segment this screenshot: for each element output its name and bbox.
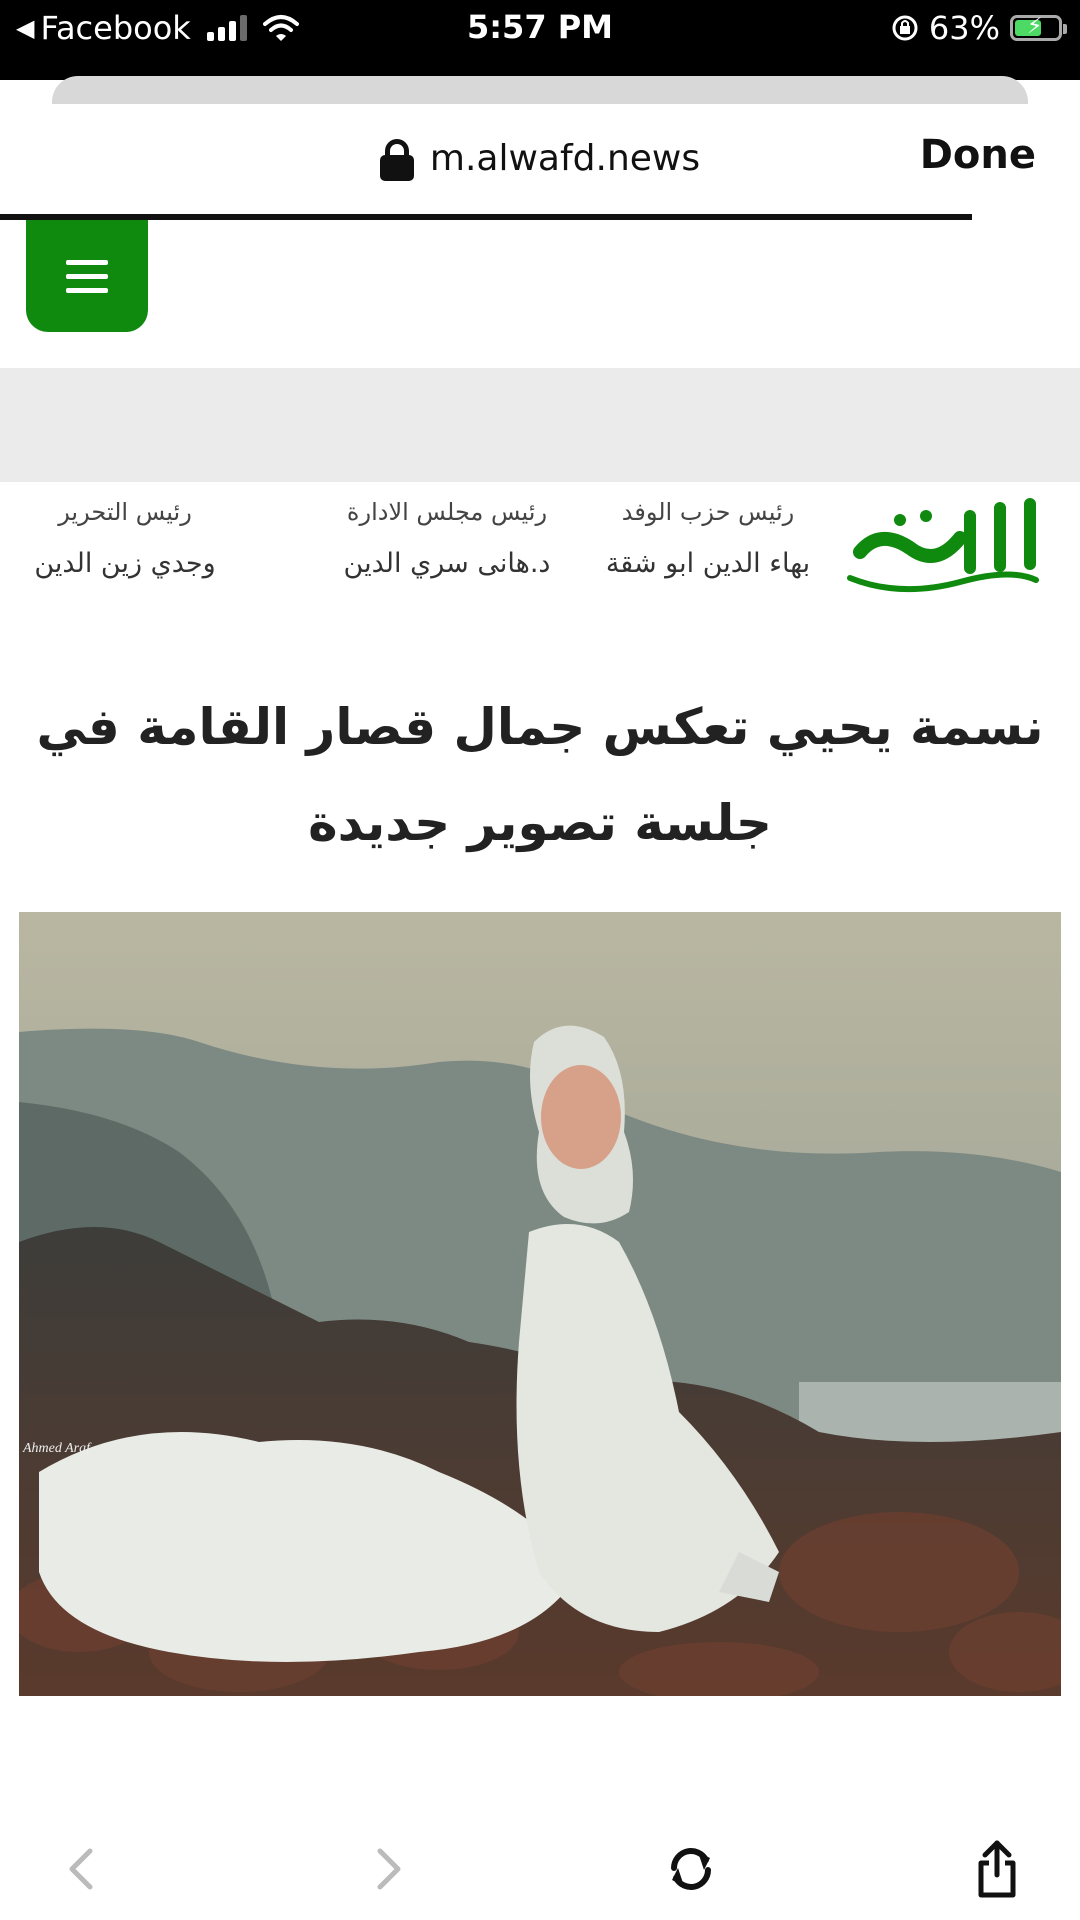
alwafd-logo[interactable] xyxy=(840,498,1046,610)
url-bar: m.alwafd.news Done xyxy=(0,104,1080,212)
photo-credit: Ahmed Araf xyxy=(22,1441,92,1456)
masthead-name: وجدي زين الدين xyxy=(34,548,216,579)
browser-sheet: m.alwafd.news Done رئيس حزب الوفد بهاء ا… xyxy=(0,104,1080,1920)
url-text: m.alwafd.news xyxy=(429,138,701,179)
masthead-label: رئيس التحرير xyxy=(58,498,192,526)
status-bar: ◀ Facebook 5:57 PM 63% ⚡ xyxy=(0,0,1080,80)
done-button[interactable]: Done xyxy=(920,132,1036,178)
masthead-editor-in-chief: رئيس التحرير وجدي زين الدين xyxy=(5,492,245,596)
address-display[interactable]: m.alwafd.news xyxy=(0,138,1080,181)
orientation-lock-icon xyxy=(892,15,918,41)
battery-icon: ⚡ xyxy=(1010,14,1067,41)
masthead-name: د.هانى سري الدين xyxy=(343,548,551,579)
chevron-left-icon xyxy=(69,1848,93,1890)
status-right: 63% ⚡ xyxy=(891,8,1067,48)
share-button[interactable] xyxy=(962,1834,1032,1904)
reload-icon xyxy=(671,1848,711,1890)
lock-icon xyxy=(379,138,414,181)
hamburger-icon xyxy=(66,259,108,265)
browser-toolbar xyxy=(0,1824,1080,1920)
reload-button[interactable] xyxy=(656,1834,726,1904)
back-button[interactable] xyxy=(46,1834,116,1904)
chevron-right-icon xyxy=(377,1848,401,1890)
masthead-name: بهاء الدين ابو شقة xyxy=(605,548,811,579)
masthead-label: رئيس مجلس الادارة xyxy=(346,498,548,526)
menu-button[interactable] xyxy=(26,220,148,332)
masthead-board-chairman: رئيس مجلس الادارة د.هانى سري الدين xyxy=(312,492,582,596)
masthead-party-chief: رئيس حزب الوفد بهاء الدين ابو شقة xyxy=(598,492,818,596)
masthead-label: رئيس حزب الوفد xyxy=(621,498,795,526)
charging-bolt-icon: ⚡ xyxy=(1027,14,1043,39)
battery-percent: 63% xyxy=(928,9,1000,47)
share-icon xyxy=(978,1840,1016,1898)
ad-placeholder xyxy=(0,368,1080,482)
forward-button[interactable] xyxy=(354,1834,424,1904)
article-photo[interactable]: Ahmed Araf xyxy=(19,912,1061,1696)
article-headline: نسمة يحيي تعكس جمال قصار القامة في جلسة … xyxy=(36,698,1044,852)
